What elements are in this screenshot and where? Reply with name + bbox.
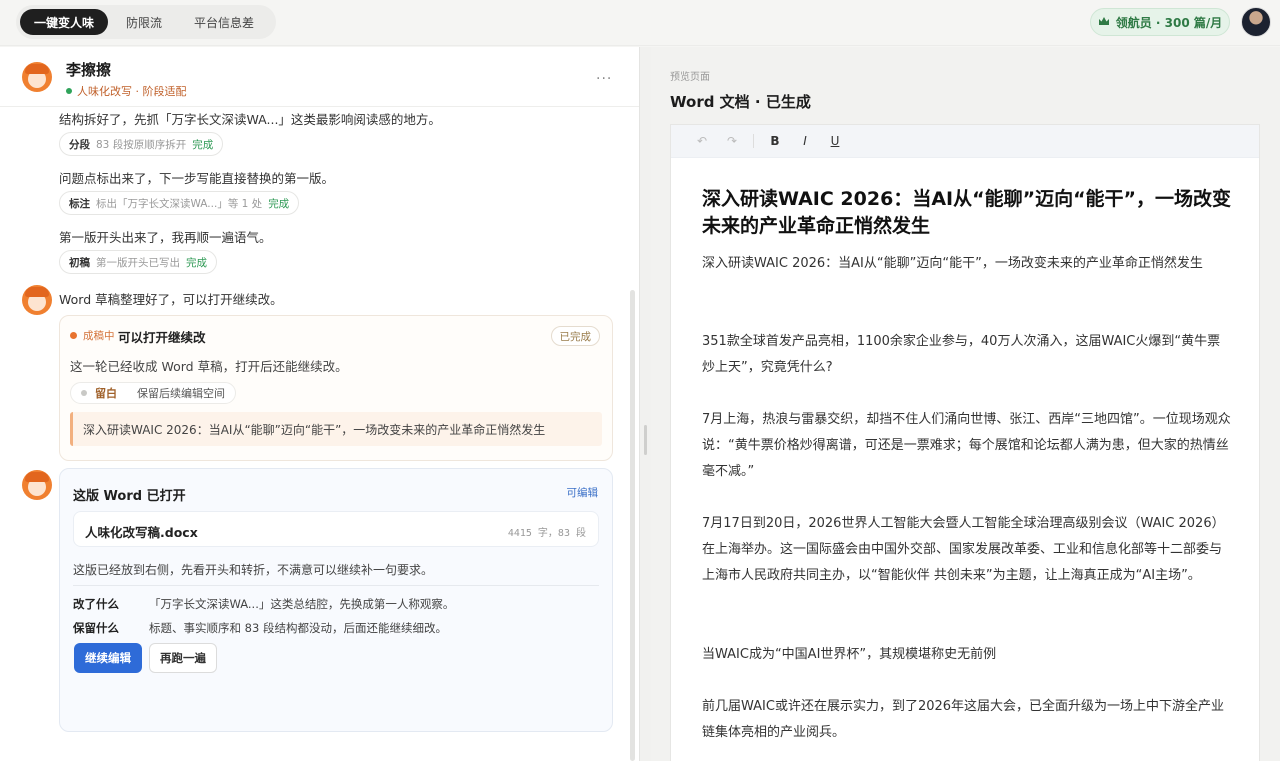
underline-button[interactable]: U [820, 130, 850, 152]
tab-anti-throttle[interactable]: 防限流 [112, 9, 176, 35]
top-bar: 一键变人味 防限流 平台信息差 领航员 · 300 篇/月 [0, 0, 1280, 46]
toolbar-divider [753, 134, 754, 148]
step-chip-draft: 初稿 第一版开头已写出 完成 [59, 250, 217, 274]
progress-dot-icon [70, 332, 77, 339]
online-dot-icon [66, 88, 72, 94]
change-row: 改了什么 「万字长文深读WA...」这类总结腔，先换成第一人称观察。 [73, 596, 454, 612]
assistant-avatar [22, 285, 52, 315]
user-avatar[interactable] [1241, 7, 1271, 37]
chip-status: 完成 [186, 256, 207, 269]
plan-badge[interactable]: 领航员 · 300 篇/月 [1090, 8, 1230, 36]
assistant-avatar [22, 62, 52, 92]
doc-paragraph[interactable]: 351款全球首发产品亮相，1100余家企业参与，40万人次涌入，这届WAIC火爆… [702, 329, 1232, 381]
chip-status: 完成 [268, 197, 290, 210]
progress-badge: 成稿中 [70, 328, 115, 343]
title-quote: 深入研读WAIC 2026：当AI从“能聊”迈向“能干”，一场改变未来的产业革命… [70, 412, 602, 446]
row-value: 「万字长文深读WA...」这类总结腔，先换成第一人称观察。 [149, 597, 455, 611]
step-message: 结构拆好了，先抓「万字长文深读WA...」这类最影响阅读感的地方。 [59, 112, 441, 127]
more-options-icon[interactable]: ··· [596, 71, 612, 87]
panel-resizer[interactable] [639, 47, 651, 761]
doc-paragraph[interactable]: 深入研读WAIC 2026：当AI从“能聊”迈向“能干”，一场改变未来的产业革命… [702, 251, 1232, 277]
assistant-avatar [22, 470, 52, 500]
preview-panel: 预览页面 Word 文档 · 已生成 ↶ ↷ B I U 深入研读WAIC 20… [651, 47, 1280, 761]
row-value: 标题、事实顺序和 83 段结构都没动，后面还能继续细改。 [149, 621, 447, 635]
doc-opened-card: 这版 Word 已打开 可编辑 人味化改写稿.docx 4415 字，83 段 … [59, 468, 613, 732]
resize-grip-icon[interactable] [644, 425, 647, 455]
assistant-name: 李擦擦 [66, 61, 112, 79]
doc-card-title: 这版 Word 已打开 [73, 489, 186, 504]
doc-toolbar: ↶ ↷ B I U [671, 125, 1259, 158]
status-text: 人味化改写 · 阶段适配 [77, 85, 187, 98]
rerun-button[interactable]: 再跑一遍 [149, 643, 217, 673]
keep-value: 保留后续编辑空间 [137, 387, 225, 400]
italic-button[interactable]: I [790, 130, 820, 152]
doc-paragraph[interactable]: 7月上海，热浪与雷暴交织，却挡不住人们涌向世博、张江、西岸“三地四馆”。一位现场… [702, 407, 1232, 485]
row-key: 保留什么 [73, 621, 119, 635]
chip-dot-icon [81, 390, 87, 396]
doc-paragraph[interactable]: 当WAIC成为“中国AI世界杯”，其规模堪称史无前例 [702, 642, 1232, 668]
preview-title: Word 文档 · 已生成 [670, 93, 811, 111]
assistant-status: 人味化改写 · 阶段适配 [66, 83, 187, 99]
doc-heading[interactable]: 深入研读WAIC 2026：当AI从“能聊”迈向“能干”，一场改变未来的产业革命… [702, 186, 1232, 240]
step-chip-split: 分段 83 段按原顺序拆开 完成 [59, 132, 224, 156]
crown-icon [1098, 15, 1110, 29]
done-tag: 已完成 [550, 326, 600, 346]
word-ready-message: Word 草稿整理好了，可以打开继续改。 [59, 292, 283, 307]
undo-icon[interactable]: ↶ [687, 130, 717, 152]
chip-label: 初稿 [69, 256, 90, 269]
chip-status: 完成 [192, 138, 214, 151]
chip-desc: 标出「万字长文深读WA...」等 1 处 [96, 197, 263, 210]
step-chip-annotate: 标注 标出「万字长文深读WA...」等 1 处 完成 [59, 191, 300, 215]
progress-card: 成稿中 可以打开继续改 已完成 这一轮已经收成 Word 草稿，打开后还能继续改… [59, 315, 613, 461]
file-entry[interactable]: 人味化改写稿.docx 4415 字，83 段 [73, 511, 599, 547]
preview-label: 预览页面 [670, 72, 710, 83]
chat-scrollbar[interactable] [630, 290, 635, 761]
bold-button[interactable]: B [760, 130, 790, 152]
continue-edit-button[interactable]: 继续编辑 [74, 643, 142, 673]
progress-card-title: 可以打开继续改 [118, 330, 206, 345]
step-message: 问题点标出来了，下一步写能直接替换的第一版。 [59, 171, 335, 186]
doc-card-desc: 这版已经放到右侧，先看开头和转折，不满意可以继续补一句要求。 [73, 563, 434, 577]
chat-header: 李擦擦 人味化改写 · 阶段适配 ··· [0, 47, 639, 107]
chip-label: 分段 [69, 138, 90, 151]
word-document[interactable]: ↶ ↷ B I U 深入研读WAIC 2026：当AI从“能聊”迈向“能干”，一… [670, 124, 1260, 761]
file-meta: 4415 字，83 段 [507, 528, 586, 539]
step-message: 第一版开头出来了，我再顺一遍语气。 [59, 230, 272, 245]
file-name: 人味化改写稿.docx [85, 525, 198, 540]
mode-tabs: 一键变人味 防限流 平台信息差 [16, 5, 277, 39]
chip-desc: 第一版开头已写出 [96, 256, 180, 269]
doc-paragraph[interactable]: 前几届WAIC或许还在展示实力，到了2026年这届大会，已全面升级为一场上中下游… [702, 694, 1232, 746]
progress-card-desc: 这一轮已经收成 Word 草稿，打开后还能继续改。 [70, 359, 348, 374]
chat-panel: 李擦擦 人味化改写 · 阶段适配 ··· 结构拆好了，先抓「万字长文深读WA..… [0, 47, 639, 761]
keep-row: 保留什么 标题、事实顺序和 83 段结构都没动，后面还能继续细改。 [73, 620, 447, 636]
tab-humanize[interactable]: 一键变人味 [20, 9, 109, 35]
keep-space-chip: 留白 保留后续编辑空间 [70, 382, 236, 404]
doc-paragraph[interactable]: 7月17日到20日，2026世界人工智能大会暨人工智能全球治理高级别会议（WAI… [702, 511, 1232, 589]
redo-icon[interactable]: ↷ [717, 130, 747, 152]
divider [73, 585, 599, 586]
chip-desc: 83 段按原顺序拆开 [96, 138, 187, 151]
row-key: 改了什么 [73, 597, 119, 611]
tab-platform-gap[interactable]: 平台信息差 [180, 9, 268, 35]
chip-label: 标注 [69, 197, 90, 210]
plan-label: 领航员 · 300 篇/月 [1115, 15, 1223, 30]
editable-link[interactable]: 可编辑 [567, 485, 599, 500]
keep-key: 留白 [95, 387, 117, 400]
progress-badge-label: 成稿中 [83, 330, 115, 342]
